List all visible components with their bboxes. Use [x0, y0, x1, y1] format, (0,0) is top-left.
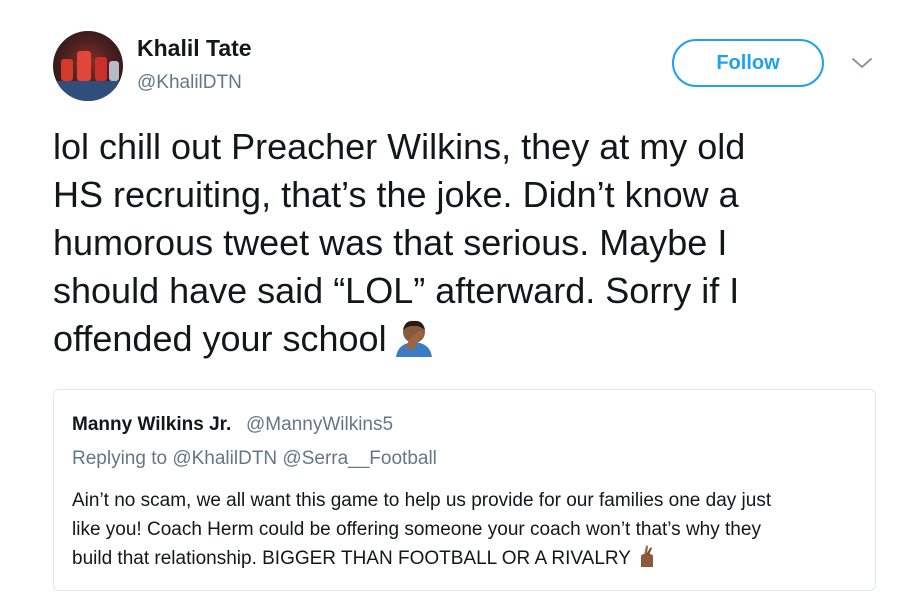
tweet-line: should have said “LOL” afterward. Sorry …	[53, 270, 740, 311]
quoted-author-handle: @MannyWilkins5	[246, 414, 394, 435]
avatar-figure	[77, 51, 91, 81]
replying-to: Replying to @KhalilDTN @Serra__Football	[72, 448, 437, 469]
quoted-author-name: Manny Wilkins Jr.	[72, 414, 232, 435]
quoted-line-last: build that relationship. BIGGER THAN FOO…	[72, 544, 852, 573]
author-name[interactable]: Khalil Tate	[137, 35, 252, 62]
quoted-line-text: build that relationship. BIGGER THAN FOO…	[72, 548, 631, 569]
tweet-line: lol chill out Preacher Wilkins, they at …	[53, 126, 746, 167]
avatar[interactable]	[53, 31, 123, 101]
avatar-ground	[53, 81, 123, 101]
follow-button-label: Follow	[716, 51, 780, 74]
crossed-fingers-emoji-icon	[640, 545, 653, 567]
facepalm-emoji-icon	[395, 320, 432, 357]
follow-button[interactable]: Follow	[672, 39, 824, 87]
avatar-figure	[61, 59, 73, 81]
author-handle[interactable]: @KhalilDTN	[137, 72, 242, 94]
tweet-line-last: offended your school	[53, 315, 873, 363]
tweet-line-text: offended your school	[53, 318, 387, 359]
avatar-figure	[95, 57, 107, 81]
quoted-line: like you! Coach Herm could be offering s…	[72, 519, 761, 540]
tweet-line: HS recruiting, that’s the joke. Didn’t k…	[53, 174, 739, 215]
quoted-line: Ain’t no scam, we all want this game to …	[72, 490, 772, 511]
quoted-tweet[interactable]: Manny Wilkins Jr. @MannyWilkins5 Replyin…	[53, 389, 876, 591]
tweet-line: humorous tweet was that serious. Maybe I	[53, 222, 728, 263]
quoted-tweet-text: Ain’t no scam, we all want this game to …	[72, 486, 852, 573]
avatar-figure	[109, 61, 119, 81]
chevron-down-icon[interactable]	[851, 56, 873, 70]
tweet-text: lol chill out Preacher Wilkins, they at …	[53, 123, 873, 363]
